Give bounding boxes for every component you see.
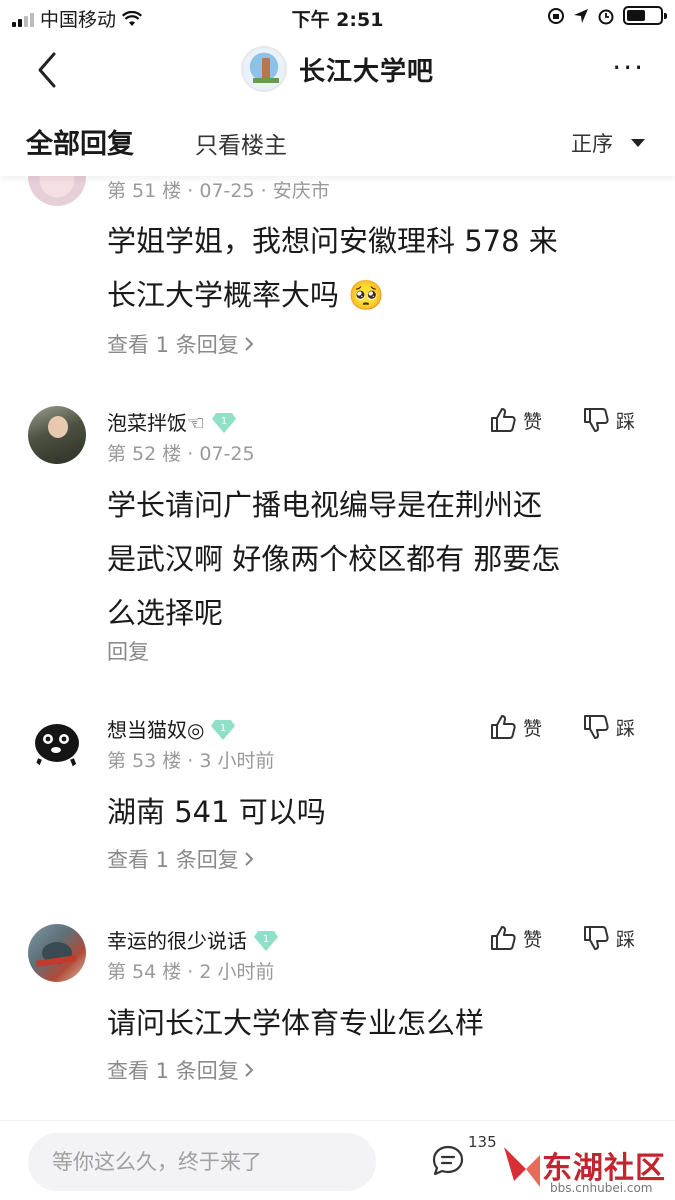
username-row[interactable]: 幸运的很少说话 1: [107, 925, 278, 954]
reply-label: 回复: [107, 640, 149, 664]
avatar[interactable]: [28, 406, 86, 464]
watermark: 东湖社区 bbs.cnhubei.com: [500, 1141, 675, 1200]
reply-input[interactable]: 等你这么久，终于来了: [28, 1133, 376, 1191]
view-replies-link[interactable]: 查看 1 条回复: [107, 329, 255, 359]
post-content: 学长请问广播电视编导是在荆州还 是武汉啊 好像两个校区都有 那要怎 么选择呢: [107, 478, 637, 640]
reply-feed[interactable]: 第 51 楼 · 07-25 · 安庆市 学姐学姐，我想问安徽理科 578 来 …: [0, 176, 675, 1120]
avatar[interactable]: [28, 924, 86, 982]
reply-post: 泡菜拌饭☜ 1 第 52 楼 · 07-25 赞 踩 学长请问广播电视编导是在荆…: [0, 406, 675, 686]
vote-actions: 赞 踩: [489, 924, 635, 952]
chevron-right-icon: [245, 337, 254, 351]
forum-header[interactable]: 长江大学吧: [0, 46, 675, 92]
post-meta: 第 53 楼 · 3 小时前: [107, 750, 275, 772]
dislike-button[interactable]: 踩: [582, 406, 635, 434]
post-meta: 第 54 楼 · 2 小时前: [107, 961, 275, 983]
username: 幸运的很少说话: [107, 929, 247, 953]
reply-button[interactable]: 回复: [107, 636, 149, 666]
level-badge: 1: [210, 717, 236, 741]
level-badge: 1: [253, 928, 278, 952]
thumbs-down-icon: [583, 408, 609, 432]
thumbs-down-icon: [583, 926, 609, 950]
more-menu-button[interactable]: ···: [612, 54, 645, 82]
level-badge: 1: [211, 410, 236, 434]
watermark-logo-icon: [504, 1147, 540, 1187]
rotation-lock-icon: [548, 7, 564, 24]
like-label: 赞: [522, 410, 542, 433]
thumbs-up-icon: [490, 926, 516, 950]
dislike-label: 踩: [615, 410, 635, 433]
thumbs-up-icon: [490, 715, 516, 739]
view-replies-link[interactable]: 查看 1 条回复: [107, 844, 255, 874]
svg-text:1: 1: [263, 934, 269, 945]
post-meta: 第 52 楼 · 07-25: [107, 443, 255, 465]
like-label: 赞: [522, 717, 542, 740]
post-content-line: 长江大学概率大吗 🥺: [107, 278, 385, 312]
like-button[interactable]: 赞: [489, 924, 542, 952]
like-button[interactable]: 赞: [489, 713, 542, 741]
thumbs-down-icon: [583, 715, 609, 739]
post-meta: 第 51 楼 · 07-25 · 安庆市: [107, 180, 330, 202]
view-replies-label: 查看 1 条回复: [107, 333, 239, 357]
view-replies-label: 查看 1 条回复: [107, 848, 239, 872]
like-label: 赞: [522, 928, 542, 951]
chevron-right-icon: [245, 1063, 254, 1077]
battery-icon: [623, 6, 667, 25]
forum-title: 长江大学吧: [298, 56, 434, 87]
alarm-icon: [598, 9, 614, 24]
sort-label: 正序: [571, 132, 613, 156]
status-bar: 中国移动 下午 2:51: [0, 0, 675, 34]
reply-post: 幸运的很少说话 1 第 54 楼 · 2 小时前 赞 踩 请问长江大学体育专业怎…: [0, 924, 675, 1114]
location-icon: [574, 8, 588, 23]
tab-all-replies[interactable]: 全部回复: [26, 122, 134, 161]
username-row[interactable]: 想当猫奴◎ 1: [107, 714, 236, 743]
comment-icon[interactable]: [430, 1143, 466, 1179]
forum-logo: [240, 46, 287, 92]
svg-text:1: 1: [221, 416, 227, 427]
dislike-button[interactable]: 踩: [582, 713, 635, 741]
post-content-line: 学姐学姐，我想问安徽理科 578 来: [107, 224, 558, 258]
nav-bar: 长江大学吧 ···: [0, 34, 675, 104]
avatar[interactable]: [28, 176, 86, 206]
avatar[interactable]: [28, 713, 86, 771]
username: 泡菜拌饭☜: [107, 411, 205, 435]
post-content: 学姐学姐，我想问安徽理科 578 来 长江大学概率大吗 🥺: [107, 214, 637, 322]
like-button[interactable]: 赞: [489, 406, 542, 434]
watermark-url: bbs.cnhubei.com: [550, 1181, 653, 1195]
bottom-bar: 等你这么久，终于来了 135 东湖社区 bbs.cnhubei.com: [0, 1120, 675, 1200]
filter-bar: 全部回复 只看楼主 正序: [0, 104, 675, 176]
username: 想当猫奴◎: [107, 718, 205, 742]
post-content-line: 么选择呢: [107, 596, 224, 630]
sort-dropdown[interactable]: 正序: [571, 128, 645, 158]
caret-down-icon: [631, 139, 645, 147]
tab-op-only[interactable]: 只看楼主: [195, 126, 287, 160]
post-content: 湖南 541 可以吗: [107, 785, 637, 839]
post-content-line: 是武汉啊 好像两个校区都有 那要怎: [107, 542, 561, 576]
post-content: 请问长江大学体育专业怎么样: [107, 996, 637, 1050]
thumbs-up-icon: [490, 408, 516, 432]
status-right: [547, 6, 667, 25]
post-content-line: 湖南 541 可以吗: [107, 795, 326, 829]
post-content-line: 请问长江大学体育专业怎么样: [107, 1006, 485, 1040]
comment-count: 135: [468, 1133, 497, 1151]
dislike-label: 踩: [615, 928, 635, 951]
dislike-label: 踩: [615, 717, 635, 740]
reply-post: 想当猫奴◎ 1 第 53 楼 · 3 小时前 赞 踩 湖南 541 可以吗 查看…: [0, 713, 675, 903]
reply-post: 第 51 楼 · 07-25 · 安庆市 学姐学姐，我想问安徽理科 578 来 …: [0, 176, 675, 386]
chevron-right-icon: [245, 852, 254, 866]
post-content-line: 学长请问广播电视编导是在荆州还: [107, 488, 543, 522]
view-replies-label: 查看 1 条回复: [107, 1059, 239, 1083]
view-replies-link[interactable]: 查看 1 条回复: [107, 1055, 255, 1085]
svg-text:1: 1: [220, 723, 226, 734]
vote-actions: 赞 踩: [489, 713, 635, 741]
dislike-button[interactable]: 踩: [582, 924, 635, 952]
vote-actions: 赞 踩: [489, 406, 635, 434]
username-row[interactable]: 泡菜拌饭☜ 1: [107, 407, 236, 436]
